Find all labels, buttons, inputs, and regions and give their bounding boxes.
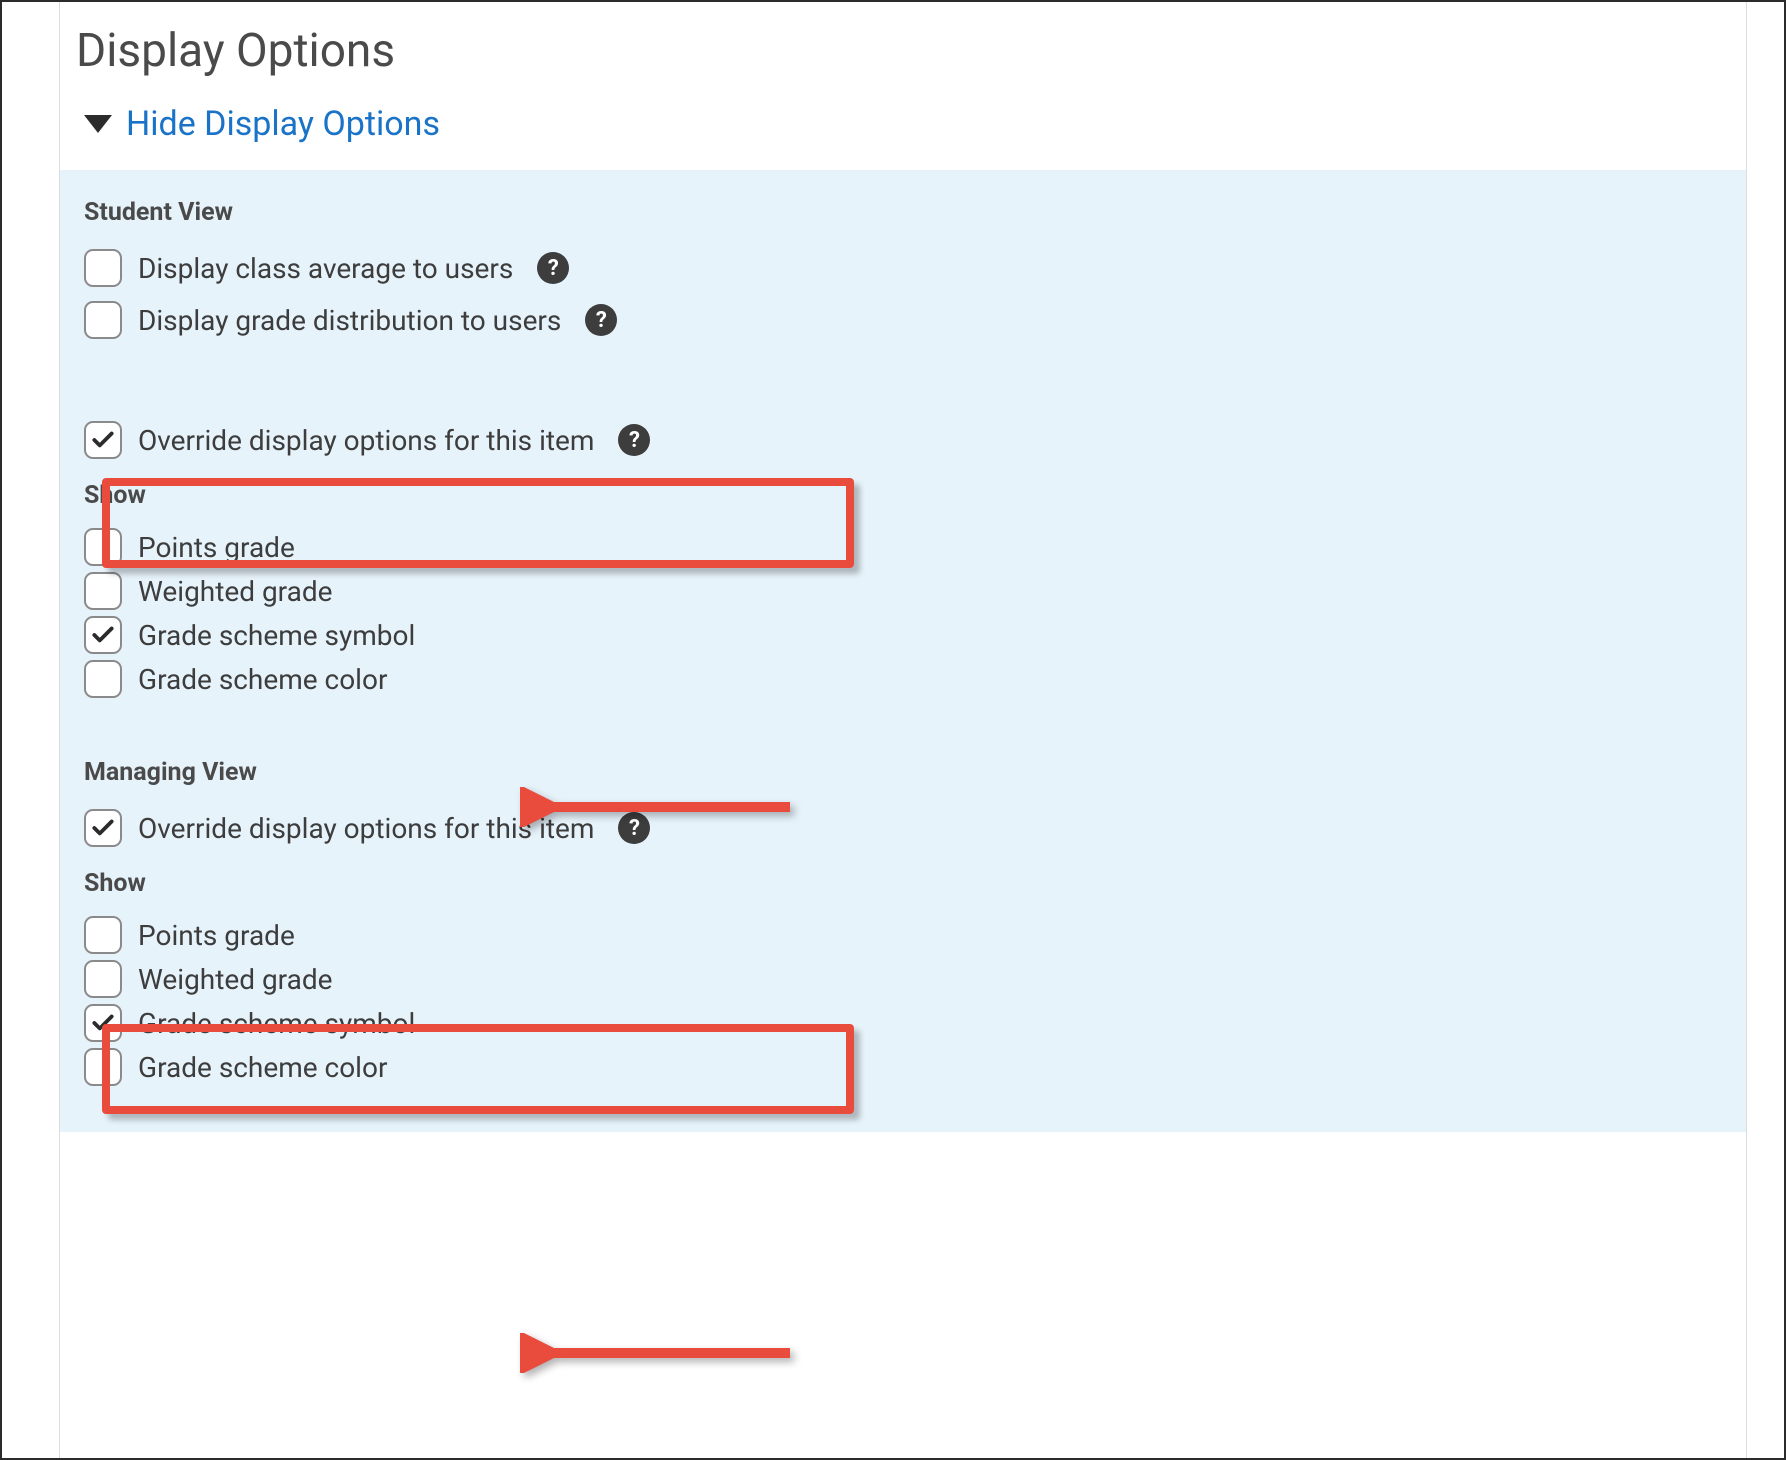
content-area: Display Options Hide Display Options Stu… [60,2,1746,1458]
row-grade-distribution: Display grade distribution to users ? [84,301,1722,339]
label-class-average: Display class average to users [138,252,513,285]
row-student-override: Override display options for this item ? [84,421,1722,459]
checkbox-sv-weighted-grade[interactable] [84,572,122,610]
label-sv-grade-scheme-color: Grade scheme color [138,663,387,696]
row-mv-weighted-grade: Weighted grade [84,960,1722,998]
row-sv-grade-scheme-symbol: Grade scheme symbol [84,616,1722,654]
help-icon[interactable]: ? [618,812,650,844]
managing-show-heading: Show [84,869,1722,898]
label-mv-points-grade: Points grade [138,919,295,952]
row-sv-grade-scheme-color: Grade scheme color [84,660,1722,698]
managing-view-heading: Managing View [84,758,1722,787]
row-managing-override: Override display options for this item ? [84,809,1722,847]
chevron-down-icon [84,115,112,133]
checkbox-sv-points-grade[interactable] [84,528,122,566]
checkbox-mv-weighted-grade[interactable] [84,960,122,998]
options-panel: Student View Display class average to us… [60,170,1746,1132]
student-view-heading: Student View [84,198,1722,227]
left-gutter [2,2,60,1458]
right-gutter [1746,2,1784,1458]
label-managing-override: Override display options for this item [138,812,594,845]
label-mv-grade-scheme-color: Grade scheme color [138,1051,387,1084]
checkbox-mv-points-grade[interactable] [84,916,122,954]
checkbox-class-average[interactable] [84,249,122,287]
help-icon[interactable]: ? [537,252,569,284]
checkbox-mv-grade-scheme-symbol[interactable] [84,1004,122,1042]
label-sv-points-grade: Points grade [138,531,295,564]
window-frame: Display Options Hide Display Options Stu… [0,0,1786,1460]
annotation-arrow-icon [520,1333,800,1373]
row-mv-grade-scheme-color: Grade scheme color [84,1048,1722,1086]
row-sv-points-grade: Points grade [84,528,1722,566]
checkbox-managing-override[interactable] [84,809,122,847]
help-icon[interactable]: ? [618,424,650,456]
checkbox-sv-grade-scheme-color[interactable] [84,660,122,698]
page-title: Display Options [60,14,1746,98]
label-sv-weighted-grade: Weighted grade [138,575,333,608]
toggle-label: Hide Display Options [126,104,440,144]
row-sv-weighted-grade: Weighted grade [84,572,1722,610]
student-show-heading: Show [84,481,1722,510]
row-class-average: Display class average to users ? [84,249,1722,287]
toggle-display-options[interactable]: Hide Display Options [60,98,1746,170]
checkbox-mv-grade-scheme-color[interactable] [84,1048,122,1086]
label-student-override: Override display options for this item [138,424,594,457]
label-mv-grade-scheme-symbol: Grade scheme symbol [138,1007,415,1040]
checkbox-grade-distribution[interactable] [84,301,122,339]
label-grade-distribution: Display grade distribution to users [138,304,561,337]
row-mv-grade-scheme-symbol: Grade scheme symbol [84,1004,1722,1042]
checkbox-sv-grade-scheme-symbol[interactable] [84,616,122,654]
row-mv-points-grade: Points grade [84,916,1722,954]
checkbox-student-override[interactable] [84,421,122,459]
label-sv-grade-scheme-symbol: Grade scheme symbol [138,619,415,652]
label-mv-weighted-grade: Weighted grade [138,963,333,996]
help-icon[interactable]: ? [585,304,617,336]
page-wrap: Display Options Hide Display Options Stu… [2,2,1784,1458]
